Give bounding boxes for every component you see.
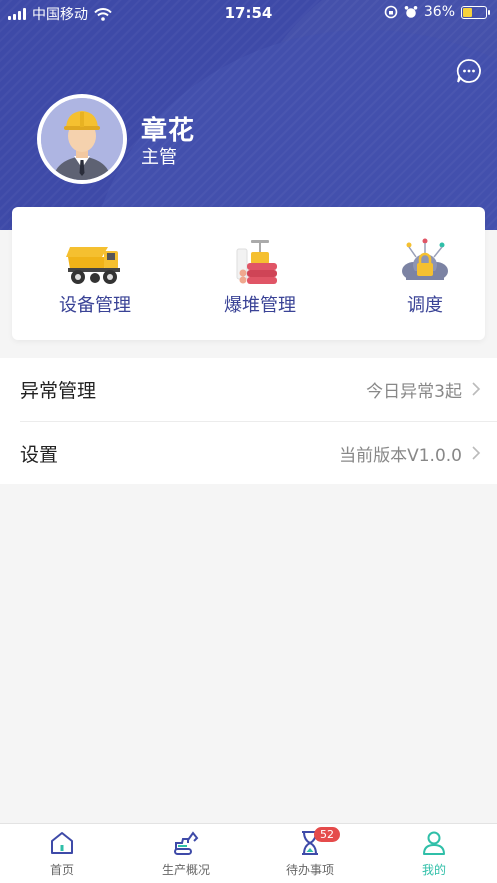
chevron-right-icon (472, 446, 481, 460)
tab-mine[interactable]: 我的 (372, 824, 496, 883)
rotation-lock-icon (384, 5, 398, 19)
home-icon (51, 832, 73, 854)
worker-avatar-icon (41, 98, 123, 180)
equipment-management-label: 设备管理 (59, 295, 131, 316)
explosive-pile-icon (236, 240, 277, 284)
avatar[interactable] (37, 94, 127, 184)
dispatch-cloud-icon (402, 238, 448, 280)
explosive-pile-button[interactable]: 爆堆管理 (205, 207, 315, 340)
app-version: 当前版本V1.0.0 (339, 445, 462, 466)
tab-home[interactable]: 首页 (0, 824, 124, 883)
user-role: 主管 (141, 147, 177, 168)
battery-percent: 36% (423, 4, 455, 20)
tab-todo[interactable]: 待办事项 (248, 824, 372, 883)
tab-bar: 首页 生产概况 待办事项 52 我的 (0, 823, 497, 883)
status-bar: 中国移动 17:54 36% (0, 0, 497, 26)
tab-production-overview[interactable]: 生产概况 (124, 824, 248, 883)
quick-actions-card: 设备管理 爆堆管理 调度 (12, 207, 485, 340)
dispatch-label: 调度 (407, 295, 443, 316)
tab-home-label: 首页 (49, 863, 74, 877)
abnormal-count: 今日异常3起 (366, 382, 462, 402)
abnormal-management-title: 异常管理 (20, 380, 97, 402)
battery-icon (461, 5, 490, 19)
list-item-abnormal-management[interactable]: 异常管理 今日异常3起 (0, 358, 497, 421)
alarm-icon (404, 6, 418, 18)
todo-count-badge: 52 (314, 827, 340, 842)
user-name: 章花 (141, 116, 196, 146)
explosive-pile-label: 爆堆管理 (224, 295, 296, 316)
person-icon (423, 831, 445, 855)
tab-production-overview-label: 生产概况 (161, 863, 210, 877)
dispatch-button[interactable]: 调度 (370, 207, 480, 340)
message-icon[interactable] (456, 58, 482, 84)
tab-todo-label: 待办事项 (285, 863, 334, 877)
tab-mine-label: 我的 (421, 863, 446, 877)
settings-list: 异常管理 今日异常3起 设置 当前版本V1.0.0 (0, 358, 497, 484)
dump-truck-icon (66, 247, 120, 284)
excavator-icon (174, 831, 199, 855)
list-item-settings[interactable]: 设置 当前版本V1.0.0 (20, 421, 497, 484)
equipment-management-button[interactable]: 设备管理 (40, 207, 150, 340)
chevron-right-icon (472, 382, 481, 396)
settings-title: 设置 (20, 443, 59, 466)
